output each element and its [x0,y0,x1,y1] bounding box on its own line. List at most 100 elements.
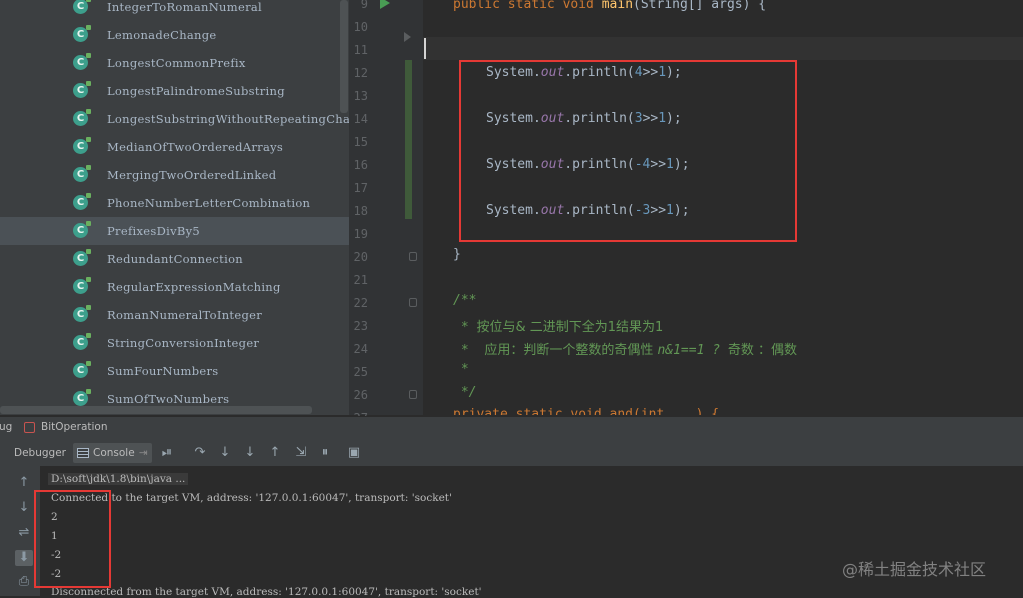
line-number: 23 [353,319,368,333]
tree-item[interactable]: C SumFourNumbers [0,357,349,385]
line-number: 13 [353,89,368,103]
console-icon [77,448,89,458]
tree-item[interactable]: C RegularExpressionMatching [0,273,349,301]
console-connected-line: Connected to the target VM, address: '12… [51,492,452,504]
line-number: 15 [353,135,368,149]
line-number: 26 [353,388,368,402]
scroll-to-end-icon[interactable]: ⬇ [15,550,33,566]
watermark: @稀土掘金技术社区 [842,560,987,579]
debug-toolbar: Debugger Console ⇥ ⏯ ↷ ↓ ↓ ↑ ⇲ ⏸ ▣ [0,439,1023,466]
tree-vertical-scrollbar[interactable] [340,0,348,113]
fold-toggle-icon[interactable] [409,390,417,399]
line-number: 18 [353,204,368,218]
line-number: 20 [353,250,368,264]
run-config-icon [24,422,35,433]
force-step-into-icon[interactable]: ↓ [243,446,257,460]
next-method-signature: private static void and(int ...) { [453,407,720,415]
doc-comment-line-3: * [453,362,469,377]
tree-item[interactable]: C RedundantConnection [0,245,349,273]
tree-item-label: IntegerToRomanNumeral [107,0,263,14]
text-caret [424,38,426,59]
code-annotation-box [459,60,797,242]
tree-item-label: MedianOfTwoOrderedArrays [107,140,284,154]
project-tree: C IntegerToRomanNumeral C LemonadeChange C Lo… [0,0,349,415]
java-class-icon: C [73,53,91,70]
tree-item-label: LongestSubstringWithoutRepeatingCha [107,112,349,126]
method-close-brace: } [453,247,461,262]
tree-item[interactable]: C PrefixesDivBy5 [0,217,349,245]
tree-item-label: StringConversionInteger [107,336,260,350]
tree-item[interactable]: C MergingTwoOrderedLinked [0,161,349,189]
tree-item-label: RegularExpressionMatching [107,280,281,294]
doc-comment-open: /** [453,293,477,308]
console-command-line: D:\soft\jdk\1.8\bin\java ... [48,473,189,485]
line-number: 19 [353,227,368,241]
java-class-icon: C [73,109,91,126]
tree-item[interactable]: C MedianOfTwoOrderedArrays [0,133,349,161]
breakpoint-arrow-icon [404,32,411,42]
run-main-icon[interactable] [380,0,390,9]
tree-horizontal-scrollbar[interactable] [0,406,312,414]
tree-item[interactable]: C IntegerToRomanNumeral [0,0,349,21]
up-arrow-icon[interactable]: ↑ [15,475,33,491]
java-class-icon: C [73,137,91,154]
line-number: 16 [353,158,368,172]
run-to-cursor-icon[interactable]: ⏸ [318,446,332,460]
step-out-icon[interactable]: ↑ [268,446,282,460]
vcs-change-marker [405,60,412,219]
step-over-icon[interactable]: ↷ [193,446,207,460]
line-number: 9 [360,0,368,11]
evaluate-expression-icon[interactable]: ▣ [347,446,361,460]
print-icon[interactable]: ⎙ [15,574,33,590]
tree-item[interactable]: C RomanNumeralToInteger [0,301,349,329]
tree-item-label: RedundantConnection [107,252,243,266]
tree-item-label: SumOfTwoNumbers [107,392,230,406]
current-line-highlight [423,37,1023,60]
debug-tool-header: ug BitOperation [0,416,1023,440]
java-class-icon: C [73,193,91,210]
java-class-icon: C [73,25,91,42]
fold-toggle-icon[interactable] [409,298,417,307]
java-class-icon: C [73,389,91,406]
line-number: 12 [353,66,368,80]
show-execution-point-icon[interactable]: ⏯ [160,446,174,460]
doc-comment-line-1: * 按位与& 二进制下全为1结果为1 [453,320,664,335]
java-class-icon: C [73,0,91,14]
line-number: 22 [353,296,368,310]
tree-item[interactable]: C StringConversionInteger [0,329,349,357]
tree-item-label: PrefixesDivBy5 [107,224,201,238]
run-config-tab[interactable]: BitOperation [41,421,108,433]
java-class-icon: C [73,333,91,350]
tree-item[interactable]: C PhoneNumberLetterCombination [0,189,349,217]
doc-comment-close: */ [453,385,477,400]
line-number: 10 [353,20,368,34]
tree-item-label: LemonadeChange [107,28,217,42]
tree-item[interactable]: C LongestCommonPrefix [0,49,349,77]
line-number: 11 [353,43,368,57]
tab-debugger[interactable]: Debugger [14,443,66,463]
drop-frame-icon[interactable]: ⇲ [294,446,308,460]
tree-item-label: LongestPalindromeSubstring [107,84,285,98]
line-number: 24 [353,342,368,356]
tree-item-label: SumFourNumbers [107,364,219,378]
tree-item-label: PhoneNumberLetterCombination [107,196,311,210]
java-class-icon: C [73,277,91,294]
tab-console[interactable]: Console ⇥ [73,443,152,463]
tree-item[interactable]: C LongestPalindromeSubstring [0,77,349,105]
fold-toggle-icon[interactable] [409,252,417,261]
java-class-icon: C [73,221,91,238]
tree-item-label: MergingTwoOrderedLinked [107,168,277,182]
line-number: 25 [353,365,368,379]
java-class-icon: C [73,81,91,98]
tree-item-label: LongestCommonPrefix [107,56,246,70]
line-number: 21 [353,273,368,287]
soft-wrap-icon[interactable]: ⇌ [15,525,33,541]
tree-item[interactable]: C LemonadeChange [0,21,349,49]
down-arrow-icon[interactable]: ↓ [15,500,33,516]
tree-item[interactable]: C LongestSubstringWithoutRepeatingCha [0,105,349,133]
java-class-icon: C [73,361,91,378]
step-into-icon[interactable]: ↓ [218,446,232,460]
java-class-icon: C [73,165,91,182]
doc-comment-line-2: * 应用：判断一个整数的奇偶性 n&1==1 ? 奇数 ：偶数 [453,343,798,358]
line-number: 17 [353,181,368,195]
